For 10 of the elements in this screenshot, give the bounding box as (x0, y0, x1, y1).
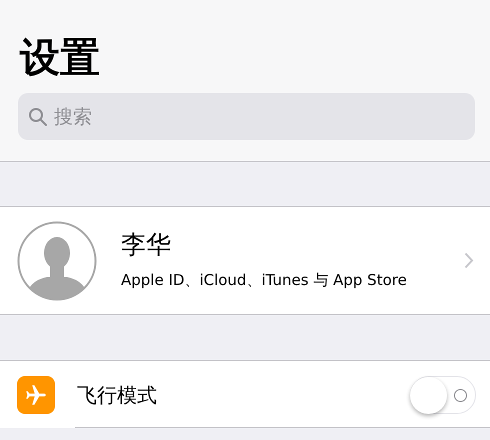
search-field[interactable]: 搜索 (18, 93, 475, 140)
profile-name: 李华 (121, 230, 172, 260)
page-title: 设置 (20, 36, 101, 80)
profile-row[interactable]: 李华 Apple ID、iCloud、iTunes 与 App Store (0, 207, 490, 315)
airplane-icon (17, 376, 55, 414)
setting-label: 飞行模式 (77, 382, 158, 408)
avatar-icon (17, 220, 97, 300)
account-subtitle: Apple ID、iCloud、iTunes 与 App Store (121, 270, 408, 291)
toggle-switch[interactable] (410, 376, 476, 414)
chevron-icon (464, 252, 474, 269)
